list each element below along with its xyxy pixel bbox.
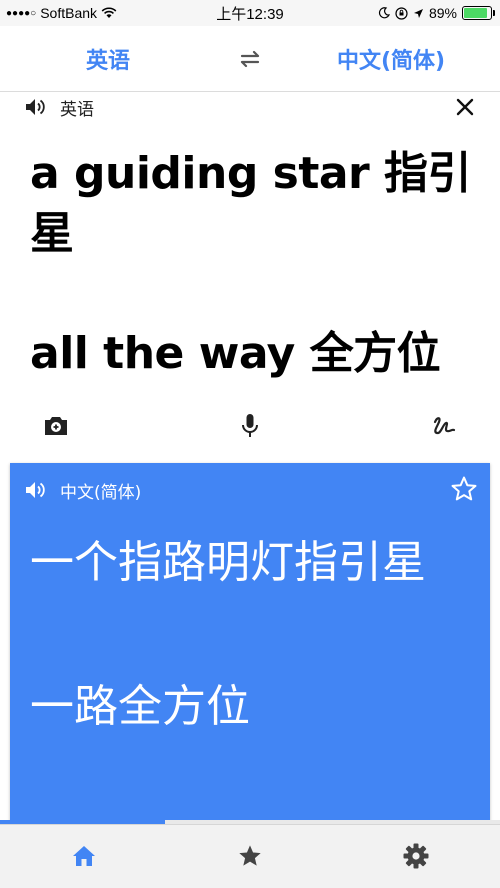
battery-percent: 89% — [428, 5, 457, 21]
source-language-button[interactable]: 英语 — [60, 43, 156, 75]
speaker-icon[interactable] — [24, 480, 46, 500]
output-language-label: 中文(简体) — [60, 482, 142, 503]
source-line: a guiding star 指引星 — [30, 148, 472, 259]
swap-arrows-icon[interactable] — [237, 47, 263, 71]
battery-icon — [462, 6, 495, 20]
close-icon[interactable] — [454, 96, 476, 118]
output-header: 中文(简体) — [24, 477, 141, 503]
handwriting-icon — [433, 417, 456, 435]
status-right-group: 89% — [378, 5, 495, 21]
nav-settings[interactable] — [401, 841, 431, 871]
source-line — [30, 264, 480, 324]
microphone-icon — [242, 414, 258, 437]
translated-text: 一个指路明灯指引星 一路全方位 — [30, 527, 470, 743]
status-bar: ●●●●○ SoftBank 上午12:39 89% — [0, 0, 500, 26]
gear-icon — [403, 843, 429, 869]
nav-home[interactable] — [69, 841, 99, 871]
battery-level — [464, 8, 488, 18]
moon-icon — [378, 7, 390, 19]
target-language-button[interactable]: 中文(简体) — [326, 43, 456, 75]
bottom-nav — [0, 824, 500, 888]
input-language-label: 英语 — [60, 99, 94, 120]
nav-saved[interactable] — [235, 841, 265, 871]
translated-line: 一路全方位 — [30, 681, 250, 732]
camera-icon — [45, 417, 67, 435]
source-line: all the way 全方位 — [30, 328, 441, 379]
star-outline-icon[interactable] — [450, 475, 478, 503]
language-bar: 英语 中文(简体) — [0, 26, 500, 92]
speaker-icon[interactable] — [24, 97, 46, 117]
battery-tip — [493, 10, 495, 16]
location-icon — [413, 8, 423, 18]
input-toolbar — [0, 410, 500, 446]
star-icon — [239, 845, 261, 866]
input-panel: 英语 a guiding star 指引星 all the way 全方位 — [0, 92, 500, 454]
microphone-button[interactable] — [234, 410, 266, 442]
handwriting-button[interactable] — [428, 410, 460, 442]
rotation-lock-icon — [395, 6, 408, 20]
input-header: 英语 — [24, 94, 94, 120]
translation-card[interactable]: 中文(简体) 一个指路明灯指引星 一路全方位 — [10, 463, 490, 823]
translated-line — [30, 599, 470, 671]
camera-button[interactable] — [40, 410, 72, 442]
source-text-input[interactable]: a guiding star 指引星 all the way 全方位 — [30, 144, 480, 384]
home-icon — [73, 846, 95, 866]
translated-line: 一个指路明灯指引星 — [30, 537, 426, 588]
